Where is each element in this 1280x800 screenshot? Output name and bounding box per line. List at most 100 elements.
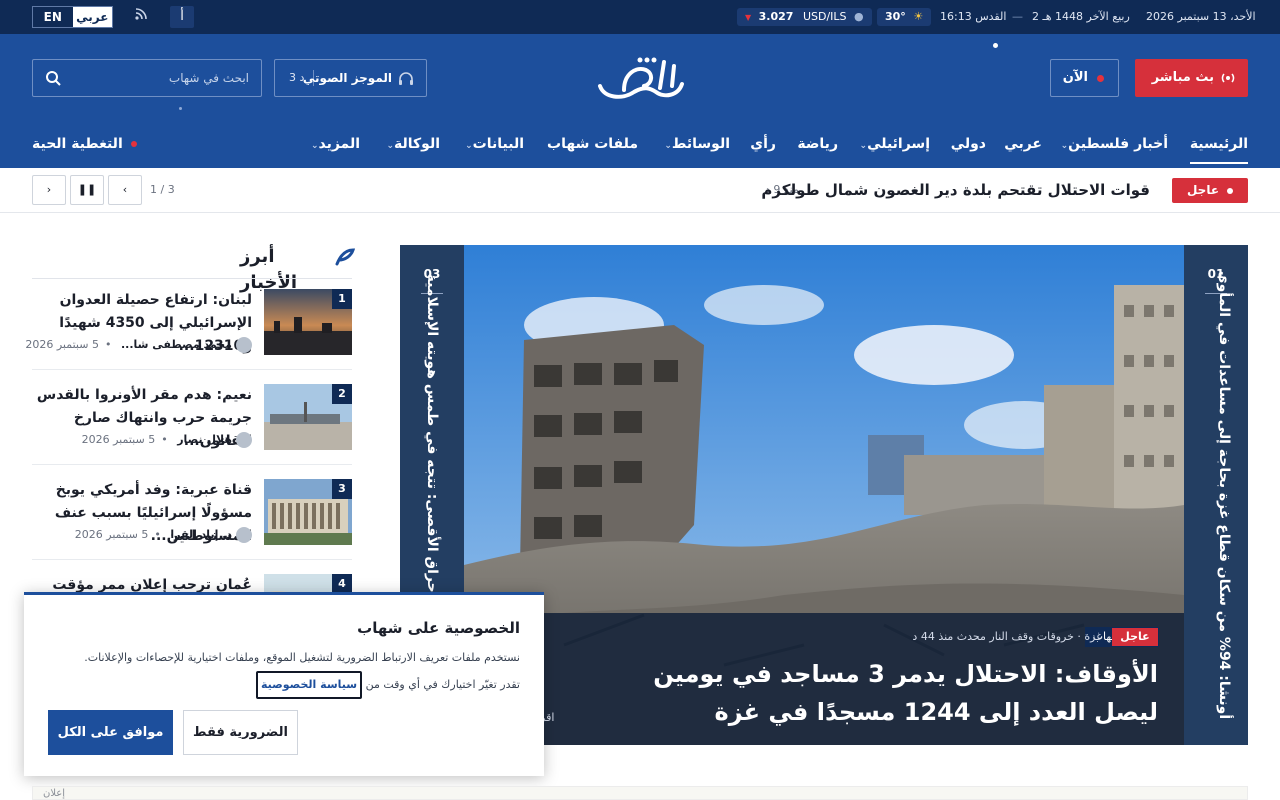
audio-brief-button[interactable]: 3 د الموجز الصوتي [274,59,427,97]
currency-widget: ▼ 3.027 USD/ILS ● [737,8,872,26]
news-author[interactable]: هلال نصار [177,433,232,446]
currency-pair: USD/ILS [802,10,847,23]
news-meta: د. إياد القرا • 5 سبتمبر 2026 [32,527,252,543]
coins-icon: ● [854,10,864,23]
font-size-button[interactable]: أ [170,6,194,28]
nav-arab[interactable]: عربي [1004,124,1042,164]
pause-icon: ❚❚ [77,183,97,196]
lang-en-option[interactable]: EN [33,7,73,27]
nav-label: إسرائيلي [867,136,930,152]
ticker-prev-button[interactable]: ‹ [108,175,142,205]
rss-icon[interactable] [129,6,153,28]
live-stream-button[interactable]: بث مباشر [1135,59,1248,97]
broadcast-icon [1221,73,1235,83]
live-label: بث مباشر [1151,70,1214,85]
site-header: ابحث في شهاب 3 د الموجز الصوتي الآن بث م… [0,34,1280,168]
urgent-badge: عاجل [1112,628,1158,646]
chevron-down-icon: ⌄ [386,141,395,151]
news-date: 5 سبتمبر 2026 [25,338,99,351]
nav-sports[interactable]: رياضة [797,124,838,164]
feather-icon [335,248,355,266]
dot-indicator [179,107,182,110]
hero-side-panel-right[interactable]: 01 أونشا: 94% من سكان قطاع غزة بحاجة إلى… [1184,245,1248,745]
ticker-pause-button[interactable]: ❚❚ [70,175,104,205]
weather-temp: 30° [885,10,906,23]
accept-all-button[interactable]: موافق على الكل [48,710,173,755]
cookie-text: نستخدم ملفات تعريف الارتباط الضرورية لتش… [84,651,520,664]
cookie-text-lead: تقدر تغيّر اختيارك في أي وقت من [365,678,520,691]
nav-label: أخبار فلسطين [1068,136,1168,152]
necessary-only-button[interactable]: الضرورية فقط [183,710,298,755]
nav-label: المزيد [318,136,361,152]
nav-label: الوكالة [394,136,440,152]
white-dot-icon [1227,187,1234,194]
headphones-icon [399,72,413,85]
rank-number: 2 [332,384,352,404]
site-logo[interactable] [594,52,688,106]
nav-home[interactable]: الرئيسية [1189,124,1249,164]
meta-separator: • [104,338,112,351]
hero-meta: غزة · خروقات وقف النار محدث منذ 44 د [912,630,1102,643]
search-icon[interactable] [45,70,61,86]
nav-label: الوسائط [671,136,730,152]
nav-shehab-files[interactable]: ملفات شهاب [547,124,638,164]
news-author[interactable]: د. إياد القرا [170,528,232,541]
avatar [236,432,252,448]
audio-brief-label: الموجز الصوتي [302,71,392,85]
nav-agency[interactable]: ⌄الوكالة [382,124,440,164]
nav-label: البيانات [472,136,524,152]
chevron-down-icon: ⌄ [1060,141,1069,151]
chevron-right-icon: › [46,183,52,196]
nav-israeli[interactable]: ⌄إسرائيلي [856,124,930,164]
nav-palestine-news[interactable]: ⌄أخبار فلسطين [1057,124,1168,164]
news-item[interactable]: 2 نعيم: هدم مقر الأونروا بالقدس جريمة حر… [32,384,352,464]
news-date: 5 سبتمبر 2026 [74,528,149,541]
breaking-news-ticker: › ❚❚ ‹ 1 / 3 منذ 9 د قوات الاحتلال تقتحم… [0,168,1280,213]
side-story-title[interactable]: أونشا: 94% من سكان قطاع غزة بحاجة إلى مس… [1184,245,1248,745]
nav-media[interactable]: ⌄الوسائط [660,124,730,164]
live-coverage-link[interactable]: التغطية الحية [32,124,137,164]
cookie-title: الخصوصية على شهاب [357,619,520,637]
news-date: 5 سبتمبر 2026 [81,433,156,446]
language-switcher[interactable]: EN عربي [32,6,113,28]
sun-icon: ☀ [913,10,924,23]
hero-headline[interactable]: الأوقاف: الاحتلال يدمر 3 مساجد في يومين … [598,655,1158,731]
ticker-headline[interactable]: قوات الاحتلال تقتحم بلدة دير الغصون شمال… [761,175,1150,205]
news-item[interactable]: 3 قناة عبرية: وفد أمريكي يوبخ مسؤولًا إس… [32,479,352,559]
separator-dash: — [1012,10,1023,23]
lang-ar-option[interactable]: عربي [72,7,112,27]
red-dot-icon [130,141,137,147]
divider [32,559,352,560]
chevron-left-icon: ‹ [122,183,128,196]
nav-international[interactable]: دولي [951,124,986,164]
divider [32,278,352,279]
ticker-counter: 1 / 3 [150,183,175,196]
cookie-consent-dialog: الخصوصية على شهاب نستخدم ملفات تعريف الا… [24,592,544,776]
gregorian-date: الأحد، 13 سبتمبر 2026 [1146,10,1256,23]
cookie-text-2: تقدر تغيّر اختيارك في أي وقت من سياسة ال… [255,671,520,699]
nav-more[interactable]: ⌄المزيد [307,124,360,164]
city-time: القدس 16:13 [940,10,1007,23]
privacy-policy-link[interactable]: سياسة الخصوصية [255,671,363,699]
now-button[interactable]: الآن [1050,59,1119,97]
svg-text:أونشا: 94% من سكان قطاع غزة بح: أونشا: 94% من سكان قطاع غزة بحاجة إلى مس… [1216,271,1234,719]
news-item[interactable]: 1 لبنان: ارتفاع حصيلة العدوان الإسرائيلي… [25,289,352,369]
ad-label: إعلان [43,788,66,799]
avatar [236,527,252,543]
nav-opinion[interactable]: رأي [750,124,776,164]
red-dot-icon [1097,75,1104,82]
news-meta: هلال نصار • 5 سبتمبر 2026 [32,432,252,448]
top-utility-bar: EN عربي أ ▼ 3.027 USD/ILS ● 30° ☀ القدس … [0,0,1280,34]
nav-statements[interactable]: ⌄البيانات [461,124,524,164]
news-meta: محمد مصطفى شا... • 5 سبتمبر 2026 [25,337,252,353]
ticker-next-button[interactable]: › [32,175,66,205]
chevron-down-icon: ⌄ [859,141,868,151]
search-input[interactable]: ابحث في شهاب [32,59,262,97]
weather-widget: 30° ☀ [877,8,932,26]
urgent-label: عاجل [1186,183,1220,197]
search-placeholder: ابحث في شهاب [168,71,249,85]
news-author[interactable]: محمد مصطفى شا... [121,338,232,351]
live-coverage-label: التغطية الحية [32,136,123,152]
urgent-badge: عاجل [1172,178,1248,203]
down-arrow-icon: ▼ [745,13,752,22]
